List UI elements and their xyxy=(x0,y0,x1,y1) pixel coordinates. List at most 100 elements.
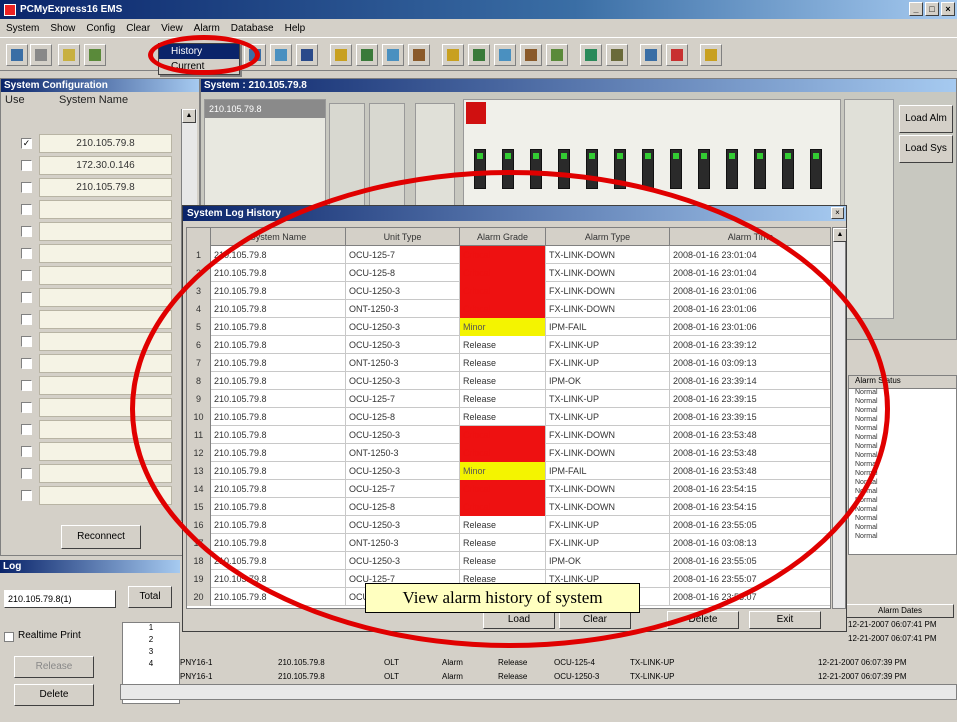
scroll-up-icon[interactable]: ▲ xyxy=(182,109,196,123)
toolbar-button[interactable] xyxy=(468,44,490,66)
toolbar-button[interactable] xyxy=(296,44,318,66)
toolbar-button[interactable] xyxy=(640,44,662,66)
use-checkbox[interactable] xyxy=(21,336,32,347)
port-slot[interactable] xyxy=(698,149,710,189)
use-checkbox[interactable]: ✓ xyxy=(21,138,32,149)
toolbar-button[interactable] xyxy=(382,44,404,66)
toolbar-button[interactable] xyxy=(84,44,106,66)
load-system-button[interactable]: Load Sys xyxy=(899,135,953,163)
alarm-dates-header[interactable]: Alarm Dates xyxy=(846,604,954,618)
toolbar-button[interactable] xyxy=(356,44,378,66)
horizontal-scrollbar[interactable] xyxy=(120,684,957,700)
release-button[interactable]: Release xyxy=(14,656,94,678)
toolbar-button[interactable] xyxy=(520,44,542,66)
menu-view[interactable]: View xyxy=(161,23,183,34)
use-checkbox[interactable] xyxy=(21,160,32,171)
use-checkbox[interactable] xyxy=(21,182,32,193)
toolbar-button[interactable] xyxy=(408,44,430,66)
system-name-button[interactable]: 210.105.79.8 xyxy=(39,178,172,197)
load-alarm-button[interactable]: Load Alm xyxy=(899,105,953,133)
port-slot[interactable] xyxy=(670,149,682,189)
list-item: Normal xyxy=(855,524,878,531)
log-panel-title: Log xyxy=(0,560,180,573)
toolbar-button[interactable] xyxy=(666,44,688,66)
toolbar-button[interactable] xyxy=(546,44,568,66)
menu-clear[interactable]: Clear xyxy=(126,23,150,34)
system-name-button[interactable] xyxy=(39,266,172,285)
reconnect-button[interactable]: Reconnect xyxy=(61,525,141,549)
toolbar-button[interactable] xyxy=(330,44,352,66)
dialog-close-button[interactable]: × xyxy=(831,207,844,219)
use-checkbox[interactable] xyxy=(21,358,32,369)
system-card-address: 210.105.79.8 xyxy=(205,100,325,118)
header-rownum xyxy=(187,228,211,246)
use-checkbox[interactable] xyxy=(21,446,32,457)
use-checkbox[interactable] xyxy=(21,380,32,391)
delete-log-button[interactable]: Delete xyxy=(14,684,94,706)
port-slot[interactable] xyxy=(782,149,794,189)
system-name-button[interactable] xyxy=(39,288,172,307)
menu-system[interactable]: System xyxy=(6,23,39,34)
system-row-empty xyxy=(1,221,201,242)
log-kind: Alarm xyxy=(442,658,463,667)
system-name-button[interactable]: 210.105.79.8 xyxy=(39,134,172,153)
list-item: Normal xyxy=(855,497,878,504)
port-slot[interactable] xyxy=(754,149,766,189)
use-checkbox[interactable] xyxy=(21,226,32,237)
toolbar-button[interactable] xyxy=(442,44,464,66)
maximize-button[interactable]: □ xyxy=(925,2,939,16)
port-slot[interactable] xyxy=(642,149,654,189)
col-system-name: System Name xyxy=(59,94,129,106)
system-name-button[interactable] xyxy=(39,222,172,241)
menu-database[interactable]: Database xyxy=(231,23,274,34)
port-slot[interactable] xyxy=(810,149,822,189)
menu-config[interactable]: Config xyxy=(86,23,115,34)
port-slot[interactable] xyxy=(726,149,738,189)
row-number: 1 xyxy=(148,623,154,632)
side-card[interactable] xyxy=(844,99,894,319)
help-icon xyxy=(705,49,717,61)
row-number: 4 xyxy=(148,659,154,668)
system-select[interactable]: 210.105.79.8(1) xyxy=(4,590,116,608)
use-checkbox[interactable] xyxy=(21,270,32,281)
exit-button[interactable]: Exit xyxy=(749,611,821,629)
use-checkbox[interactable] xyxy=(21,402,32,413)
minimize-button[interactable]: _ xyxy=(909,2,923,16)
use-checkbox[interactable] xyxy=(21,490,32,501)
toolbar-button[interactable] xyxy=(700,44,722,66)
row-number: 19 xyxy=(187,570,211,588)
row-number: 2 xyxy=(148,635,154,644)
report-icon xyxy=(335,49,347,61)
use-checkbox[interactable] xyxy=(21,468,32,479)
close-button[interactable]: × xyxy=(941,2,955,16)
log-address: 210.105.79.8 xyxy=(278,658,325,667)
panel-title: System Configuration xyxy=(1,79,199,92)
system-name-button[interactable] xyxy=(39,200,172,219)
menu-help[interactable]: Help xyxy=(285,23,306,34)
total-button[interactable]: Total xyxy=(128,586,172,608)
scroll-up-icon[interactable]: ▲ xyxy=(833,228,847,242)
toolbar-button[interactable] xyxy=(58,44,80,66)
menu-alarm[interactable]: Alarm xyxy=(194,23,220,34)
use-checkbox[interactable] xyxy=(21,424,32,435)
window-title: PCMyExpress16 EMS xyxy=(20,4,123,15)
toolbar-button[interactable] xyxy=(494,44,516,66)
chart-icon xyxy=(473,49,485,61)
toolbar-button[interactable] xyxy=(580,44,602,66)
menu-show[interactable]: Show xyxy=(50,23,75,34)
use-checkbox[interactable] xyxy=(21,292,32,303)
system-row: 210.105.79.8 xyxy=(1,177,201,198)
realtime-print-checkbox[interactable] xyxy=(4,632,14,642)
system-name-button[interactable] xyxy=(39,244,172,263)
use-checkbox[interactable] xyxy=(21,248,32,259)
toolbar-button[interactable] xyxy=(270,44,292,66)
use-checkbox[interactable] xyxy=(21,204,32,215)
use-checkbox[interactable] xyxy=(21,314,32,325)
toolbar-button[interactable] xyxy=(6,44,28,66)
print-icon xyxy=(551,49,563,61)
toolbar-button[interactable] xyxy=(606,44,628,66)
alarm-icon xyxy=(671,49,683,61)
toolbar-button[interactable] xyxy=(30,44,52,66)
rack-title: System : 210.105.79.8 xyxy=(201,79,956,92)
system-name-button[interactable]: 172.30.0.146 xyxy=(39,156,172,175)
